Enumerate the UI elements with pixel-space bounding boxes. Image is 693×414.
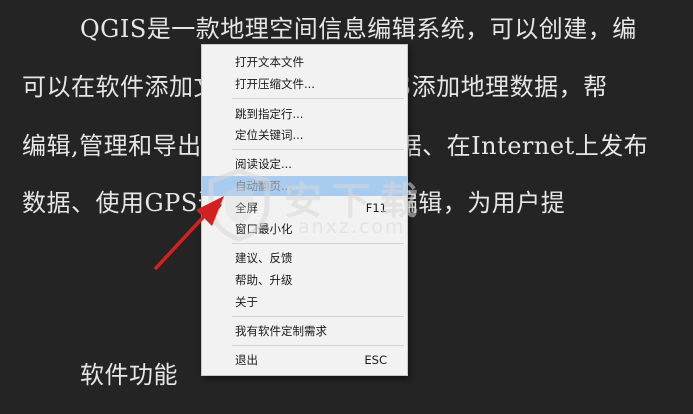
menu-item-label: 打开压缩文件... [235, 77, 315, 91]
menu-separator [232, 345, 404, 346]
menu-item-help-upgrade[interactable]: 帮助、升级 [202, 270, 407, 290]
watermark-domain: anxz.com [298, 216, 406, 238]
menu-item-exit[interactable]: 退出 ESC [202, 350, 407, 370]
watermark: 安下载 anxz.com [206, 168, 456, 248]
menu-item-label: 帮助、升级 [235, 273, 293, 287]
menu-item-label: 跳到指定行... [235, 107, 304, 121]
menu-item-find-keyword[interactable]: 定位关键词... [202, 125, 407, 145]
menu-item-label: 定位关键词... [235, 128, 304, 142]
menu-item-custom-request[interactable]: 我有软件定制需求 [202, 321, 407, 341]
menu-item-about[interactable]: 关于 [202, 292, 407, 312]
reader-line: QGIS是一款地理空间信息编辑系统，可以创建，编 [80, 15, 637, 43]
menu-item-jump-to-line[interactable]: 跳到指定行... [202, 104, 407, 124]
menu-item-open-text-file[interactable]: 打开文本文件 [202, 52, 407, 72]
menu-separator [232, 149, 404, 150]
menu-separator [232, 316, 404, 317]
menu-item-shortcut: ESC [364, 353, 387, 367]
menu-item-label: 关于 [235, 295, 258, 309]
menu-item-open-archive[interactable]: 打开压缩文件... [202, 74, 407, 94]
menu-item-label: 打开文本文件 [235, 55, 304, 69]
red-pointer-arrow-icon [154, 196, 224, 270]
menu-item-label: 退出 [235, 353, 258, 367]
reader-heading: 软件功能 [80, 361, 178, 389]
menu-separator [232, 98, 404, 99]
menu-item-label: 建议、反馈 [235, 251, 293, 265]
menu-item-label: 我有软件定制需求 [235, 324, 327, 338]
menu-item-feedback[interactable]: 建议、反馈 [202, 248, 407, 268]
